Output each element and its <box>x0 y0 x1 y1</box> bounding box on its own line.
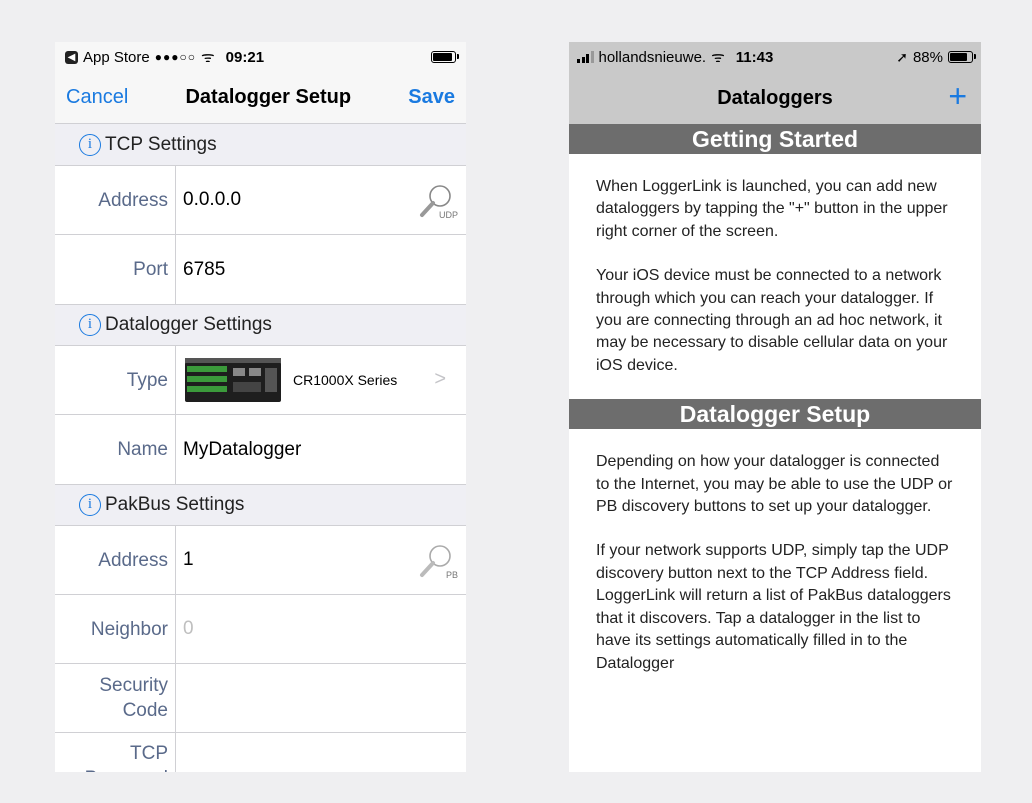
info-icon[interactable]: i <box>79 314 101 336</box>
field-label: Address <box>55 526 176 594</box>
section-body: Depending on how your datalogger is conn… <box>569 429 981 697</box>
neighbor-input[interactable]: 0 <box>176 595 466 663</box>
security-code-input[interactable] <box>176 664 466 732</box>
field-label: TCP Password <box>55 733 176 772</box>
datalogger-name-input[interactable]: MyDatalogger <box>176 415 466 484</box>
type-value-cell: CR1000X Series <box>176 346 466 414</box>
section-title: PakBus Settings <box>105 494 245 515</box>
datalogger-name-row: Name MyDatalogger <box>55 415 466 484</box>
section-title: Datalogger Settings <box>105 314 272 335</box>
cancel-button[interactable]: Cancel <box>66 86 128 109</box>
save-button[interactable]: Save <box>408 86 455 109</box>
paragraph: Depending on how your datalogger is conn… <box>596 453 953 516</box>
tcp-password-row: TCP Password <box>55 733 466 772</box>
tcp-port-input[interactable]: 6785 <box>176 235 466 304</box>
field-label: Security Code <box>55 664 176 732</box>
section-header-tcp: i TCP Settings <box>55 124 466 166</box>
status-time: 11:43 <box>735 48 774 66</box>
field-label: Name <box>55 415 176 484</box>
datalogger-setup-screen: ◀ App Store ●●●○○ ᯤ 09:21 Cancel Datalog… <box>55 42 466 772</box>
pb-discovery-button[interactable]: PB <box>416 542 458 582</box>
field-label: Port <box>55 235 176 304</box>
carrier-name: hollandsnieuwe. <box>598 48 707 66</box>
tcp-address-row: Address 0.0.0.0 UDP <box>55 166 466 235</box>
status-time: 09:21 <box>225 48 265 66</box>
paragraph: Your iOS device must be connected to a n… <box>596 267 948 374</box>
paragraph: If your network supports UDP, simply tap… <box>596 542 951 672</box>
signal-bars-icon <box>577 51 594 63</box>
tcp-port-row: Port 6785 <box>55 235 466 304</box>
discovery-tag: PB <box>445 570 458 580</box>
pakbus-address-row: Address 1 PB <box>55 526 466 595</box>
section-title: TCP Settings <box>105 133 217 155</box>
datalogger-device-image <box>185 358 281 402</box>
battery-icon <box>431 51 459 63</box>
datalogger-type-row[interactable]: Type CR1000X Series > <box>55 346 466 415</box>
signal-icon: ●●●○○ <box>154 50 196 64</box>
security-code-row: Security Code <box>55 664 466 733</box>
help-document: Getting Started When LoggerLink is launc… <box>569 124 981 697</box>
info-icon[interactable]: i <box>79 133 101 156</box>
section-heading: Datalogger Setup <box>569 399 981 430</box>
chevron-right-icon: > <box>434 368 446 390</box>
field-label: Type <box>55 346 176 414</box>
location-arrow-icon: ➚ <box>896 48 908 65</box>
battery-percent: 88% <box>912 48 943 66</box>
info-icon[interactable]: i <box>79 494 101 516</box>
navigation-bar: Dataloggers + <box>569 72 981 124</box>
section-header-datalogger: i Datalogger Settings <box>55 304 466 346</box>
page-title: Dataloggers <box>717 86 833 109</box>
battery-icon <box>948 51 976 63</box>
section-body: When LoggerLink is launched, you can add… <box>569 154 981 399</box>
status-bar: ◀ App Store ●●●○○ ᯤ 09:21 <box>55 42 466 72</box>
wifi-icon: ᯤ <box>200 49 215 66</box>
field-label: Neighbor <box>55 595 176 663</box>
discovery-tag: UDP <box>438 210 458 220</box>
navigation-bar: Cancel Datalogger Setup Save <box>55 72 466 124</box>
page-title: Datalogger Setup <box>185 86 352 108</box>
wifi-icon: ᯤ <box>711 49 725 66</box>
paragraph: When LoggerLink is launched, you can add… <box>596 178 948 240</box>
add-datalogger-button[interactable]: + <box>948 80 967 112</box>
section-heading: Getting Started <box>569 124 981 154</box>
back-to-app-icon[interactable]: ◀ <box>65 50 78 64</box>
back-app-label[interactable]: App Store <box>83 49 150 66</box>
field-label: Address <box>55 166 176 234</box>
tcp-password-input[interactable] <box>176 733 466 772</box>
udp-discovery-button[interactable]: UDP <box>416 182 458 222</box>
dataloggers-help-screen: hollandsnieuwe. ᯤ 11:43 ➚ 88% Datalogger… <box>569 42 981 772</box>
section-header-pakbus: i PakBus Settings <box>55 484 466 526</box>
pakbus-neighbor-row: Neighbor 0 <box>55 595 466 664</box>
datalogger-type-value: CR1000X Series <box>293 372 398 388</box>
status-bar: hollandsnieuwe. ᯤ 11:43 ➚ 88% <box>569 42 981 72</box>
